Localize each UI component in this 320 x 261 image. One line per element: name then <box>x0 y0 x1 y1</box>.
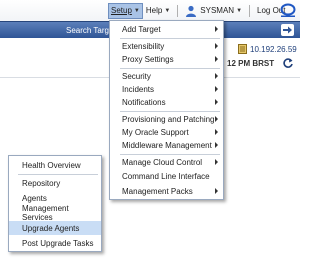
chevron-right-icon <box>215 116 218 122</box>
help-menu-button[interactable]: Help ▼ <box>143 3 173 19</box>
menu-item-label: Middleware Management <box>122 141 212 150</box>
menu-item-label: Security <box>122 72 151 81</box>
menu-item-label: Incidents <box>122 85 155 94</box>
menu-item-notifications[interactable]: Notifications <box>110 96 223 109</box>
submenu-item-management-services[interactable]: Management Services <box>9 204 101 222</box>
menu-item-command-line-interface[interactable]: Command Line Interface <box>110 170 223 183</box>
chevron-right-icon <box>215 99 218 105</box>
menu-item-label: Extensibility <box>122 42 165 51</box>
setup-label: Setup <box>111 6 132 15</box>
menu-item-security[interactable]: Security <box>110 70 223 83</box>
setup-dropdown-menu: Add Target Extensibility Proxy Settings … <box>109 20 224 200</box>
menu-item-middleware-management[interactable]: Middleware Management <box>110 139 223 152</box>
menu-item-label: Notifications <box>122 98 166 107</box>
menu-item-proxy-settings[interactable]: Proxy Settings <box>110 53 223 66</box>
chevron-right-icon <box>215 142 218 148</box>
host-ip-text: 10.192.26.59 <box>250 44 297 54</box>
nav-divider <box>177 4 179 17</box>
menu-item-manage-cloud-control[interactable]: Manage Cloud Control <box>110 156 223 169</box>
menu-item-label: Command Line Interface <box>122 172 210 181</box>
database-icon <box>238 44 247 54</box>
chevron-down-icon: ▼ <box>236 7 243 14</box>
submenu-item-label: Agents <box>22 193 47 203</box>
arrow-right-icon <box>283 26 292 34</box>
submenu-item-label: Management Services <box>22 204 69 222</box>
menu-item-label: Manage Cloud Control <box>122 158 203 167</box>
setup-menu-button[interactable]: Setup ▼ <box>108 2 143 19</box>
global-header: Setup ▼ Help ▼ SYSMAN ▼ Log Out <box>0 0 300 21</box>
menu-divider <box>120 68 220 69</box>
submenu-item-label: Post Upgrade Tasks <box>22 238 94 248</box>
menu-divider <box>120 38 220 39</box>
menu-divider <box>120 154 220 155</box>
manage-cloud-control-submenu: Health Overview Repository Agents Manage… <box>8 155 102 252</box>
nav-divider <box>249 4 251 17</box>
chevron-right-icon <box>215 86 218 92</box>
chevron-right-icon <box>215 26 218 32</box>
menu-item-label: My Oracle Support <box>122 128 189 137</box>
help-label: Help <box>145 6 163 15</box>
user-menu-button[interactable]: SYSMAN ▼ <box>182 3 245 19</box>
submenu-item-repository[interactable]: Repository <box>9 176 101 190</box>
refresh-time-text: 12 PM BRST <box>227 59 275 68</box>
submenu-item-label: Repository <box>22 178 61 188</box>
menu-divider <box>120 111 220 112</box>
search-go-button[interactable] <box>281 24 294 36</box>
global-nav: Setup ▼ Help ▼ SYSMAN ▼ Log Out <box>108 0 288 21</box>
chevron-right-icon <box>215 129 218 135</box>
submenu-item-post-upgrade-tasks[interactable]: Post Upgrade Tasks <box>9 236 101 250</box>
menu-item-label: Proxy Settings <box>122 55 174 64</box>
chevron-down-icon: ▼ <box>133 7 140 14</box>
chevron-right-icon <box>215 159 218 165</box>
submenu-item-agents[interactable]: Agents <box>9 191 101 205</box>
submenu-item-health-overview[interactable]: Health Overview <box>9 158 101 172</box>
menu-item-my-oracle-support[interactable]: My Oracle Support <box>110 126 223 139</box>
chevron-right-icon <box>215 188 218 194</box>
chevron-right-icon <box>215 43 218 49</box>
chevron-down-icon: ▼ <box>164 7 171 14</box>
submenu-item-upgrade-agents[interactable]: Upgrade Agents <box>9 221 101 235</box>
menu-item-label: Management Packs <box>122 187 193 196</box>
menu-item-label: Provisioning and Patching <box>122 115 215 124</box>
menu-item-add-target[interactable]: Add Target <box>110 23 223 36</box>
menu-item-provisioning-and-patching[interactable]: Provisioning and Patching <box>110 113 223 126</box>
username-label: SYSMAN <box>200 6 235 15</box>
menu-item-extensibility[interactable]: Extensibility <box>110 40 223 53</box>
chevron-right-icon <box>215 73 218 79</box>
menu-item-label: Add Target <box>122 25 161 34</box>
chevron-right-icon <box>215 56 218 62</box>
host-info: 10.192.26.59 <box>238 44 297 54</box>
submenu-item-label: Health Overview <box>22 160 81 170</box>
refresh-icon[interactable] <box>282 57 294 69</box>
menu-item-incidents[interactable]: Incidents <box>110 83 223 96</box>
menu-divider <box>18 174 98 175</box>
oracle-logo-icon <box>280 3 296 17</box>
user-icon <box>186 5 197 17</box>
submenu-item-label: Upgrade Agents <box>22 223 80 233</box>
menu-item-management-packs[interactable]: Management Packs <box>110 185 223 198</box>
